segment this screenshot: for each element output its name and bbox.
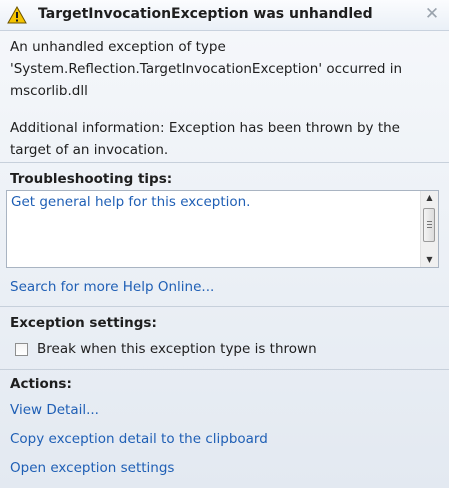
scroll-up-arrow-icon[interactable]: ▲ [421, 191, 438, 205]
break-on-exception-label[interactable]: Break when this exception type is thrown [37, 341, 317, 357]
warning-icon [7, 6, 27, 24]
scroll-thumb[interactable] [423, 208, 435, 242]
view-detail-link[interactable]: View Detail... [10, 402, 99, 418]
tips-scrollbar[interactable]: ▲ ▼ [420, 191, 438, 267]
additional-info-line: target of an invocation. [10, 142, 169, 158]
scroll-down-arrow-icon[interactable]: ▼ [421, 253, 438, 267]
break-on-exception-checkbox[interactable] [15, 343, 28, 356]
exception-message: An unhandled exception of type 'System.R… [10, 36, 430, 161]
exception-settings-heading: Exception settings: [10, 315, 157, 331]
copy-exception-detail-link[interactable]: Copy exception detail to the clipboard [10, 431, 268, 447]
message-line: 'System.Reflection.TargetInvocationExcep… [10, 61, 403, 77]
troubleshooting-tips-list[interactable]: Get general help for this exception. ▲ ▼ [6, 190, 439, 268]
search-help-online-link[interactable]: Search for more Help Online... [10, 279, 214, 295]
close-icon[interactable]: ✕ [423, 5, 441, 23]
separator [0, 162, 449, 163]
separator [0, 306, 449, 307]
additional-info-line: Additional information: Exception has be… [10, 120, 400, 136]
separator [0, 369, 449, 370]
message-line: An unhandled exception of type [10, 39, 226, 55]
dialog-title: TargetInvocationException was unhandled [38, 6, 373, 22]
message-line: mscorlib.dll [10, 83, 88, 99]
exception-assistant-dialog: TargetInvocationException was unhandled … [0, 0, 449, 488]
troubleshooting-heading: Troubleshooting tips: [10, 171, 173, 187]
tip-link-general-help[interactable]: Get general help for this exception. [11, 194, 250, 210]
open-exception-settings-link[interactable]: Open exception settings [10, 460, 174, 476]
title-bar: TargetInvocationException was unhandled … [0, 0, 449, 31]
actions-heading: Actions: [10, 376, 72, 392]
